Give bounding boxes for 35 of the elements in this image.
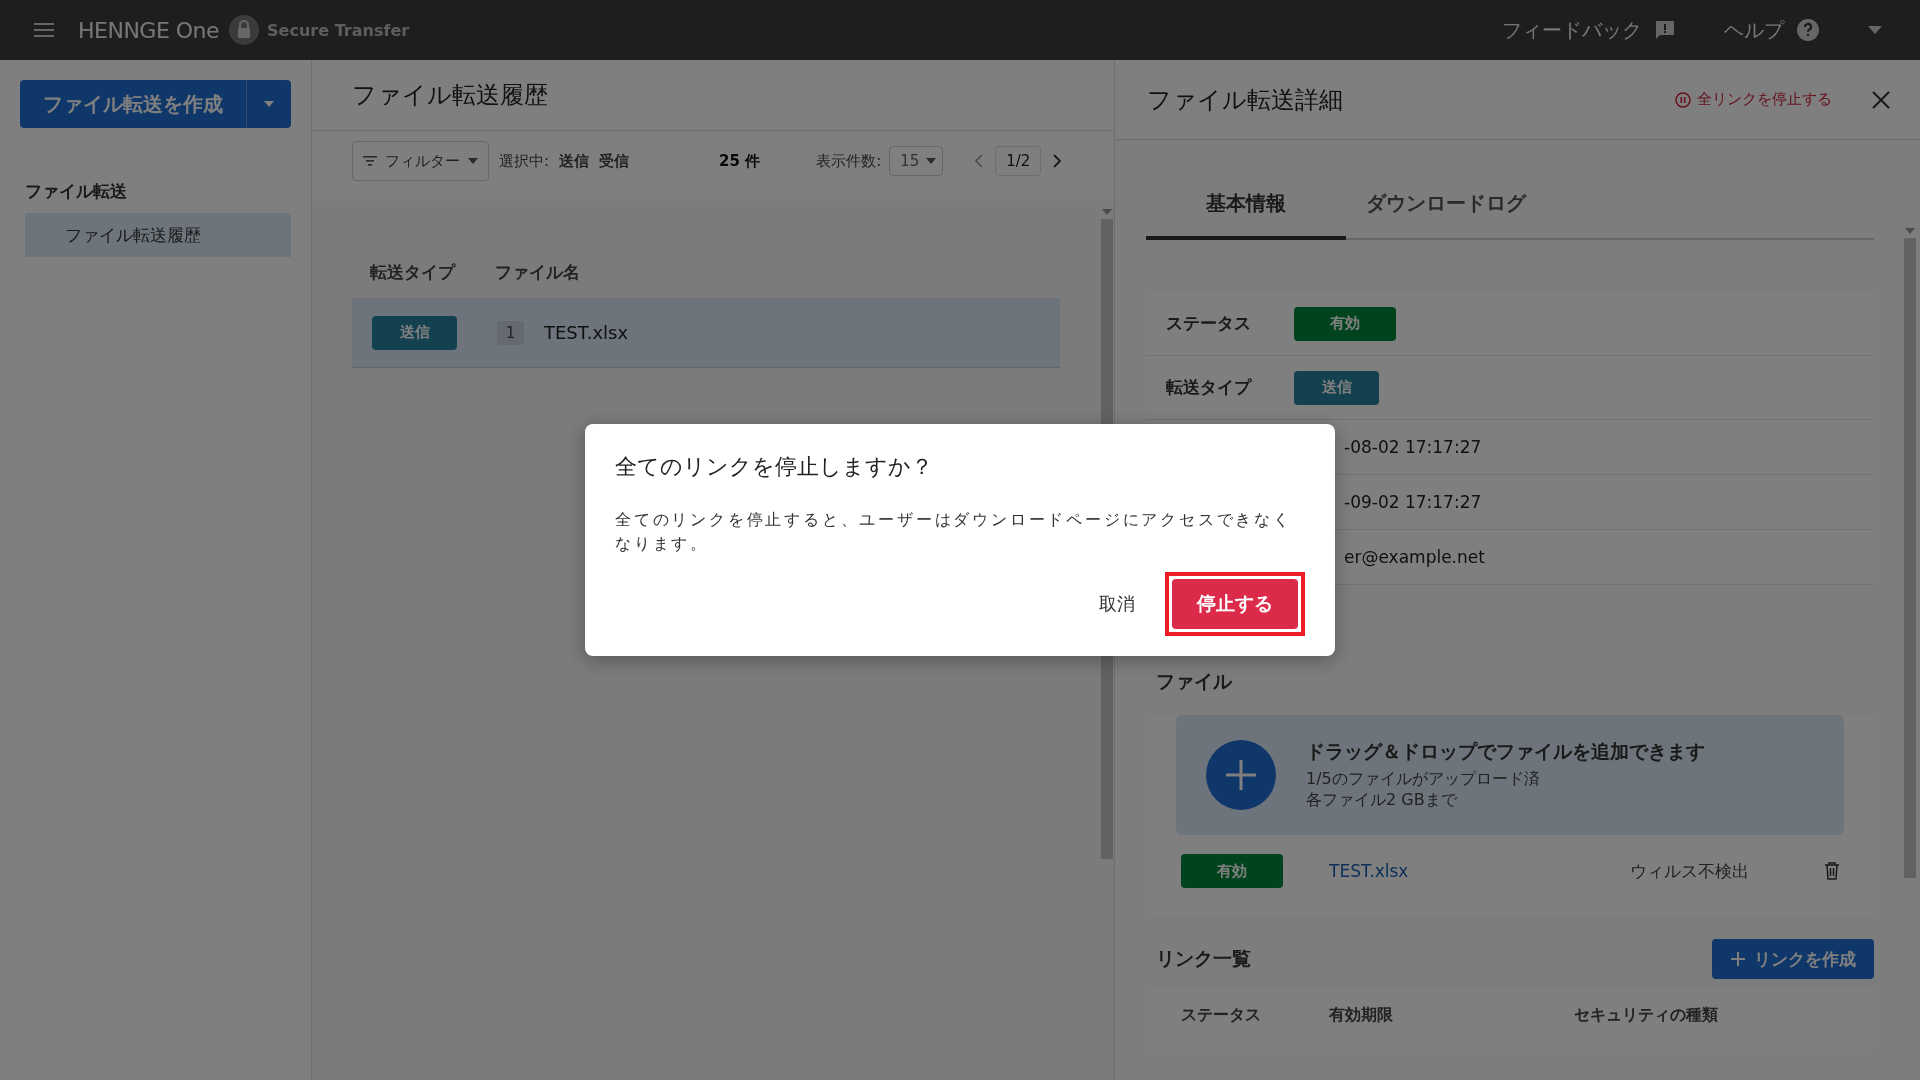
- status-badge: 有効: [1181, 854, 1283, 888]
- column-header: 転送タイプ: [370, 261, 455, 284]
- info-label: 転送タイプ: [1166, 376, 1253, 399]
- info-label: ステータス: [1166, 312, 1252, 335]
- panel-title: ファイル転送詳細: [1147, 84, 1343, 116]
- page-indicator: 1/2: [995, 146, 1042, 176]
- info-value: -09-02 17:17:27: [1344, 492, 1482, 512]
- column-header: ステータス: [1181, 1005, 1262, 1026]
- section-title: ファイル: [1156, 669, 1232, 694]
- file-name: TEST.xlsx: [544, 322, 629, 343]
- column-header: ファイル名: [495, 261, 580, 284]
- drop-zone-hint: 各ファイル2 GBまで: [1306, 790, 1458, 811]
- page-title: ファイル転送履歴: [352, 80, 548, 111]
- column-header: セキュリティの種類: [1574, 1005, 1719, 1026]
- selected-type: 送信: [559, 151, 590, 171]
- selected-type: 受信: [599, 151, 630, 171]
- dialog-title: 全てのリンクを停止しますか？: [615, 453, 934, 481]
- section-label: ファイル転送: [25, 180, 128, 203]
- drop-zone-title: ドラッグ＆ドロップでファイルを追加できます: [1306, 739, 1705, 764]
- result-count: 25 件: [719, 151, 761, 171]
- scan-result: ウィルス不検出: [1629, 859, 1750, 883]
- selected-label: 選択中:: [499, 151, 550, 171]
- info-value: er@example.net: [1344, 547, 1485, 567]
- status-badge: 有効: [1294, 306, 1396, 341]
- column-header: 有効期限: [1329, 1005, 1394, 1026]
- drop-zone-hint: 1/5のファイルがアップロード済: [1306, 769, 1541, 790]
- info-value: -08-02 17:17:27: [1344, 437, 1482, 457]
- file-count: 1: [497, 320, 524, 345]
- dialog-message: 全てのリンクを停止すると、ユーザーはダウンロードページにアクセスできなくなります。: [615, 509, 1293, 555]
- transfer-type-badge: 送信: [1294, 370, 1379, 405]
- transfer-type-badge: 送信: [372, 315, 457, 350]
- page-size-label: 表示件数:: [816, 151, 882, 171]
- brand-logo: HENNGE One: [78, 17, 220, 43]
- section-title: リンク一覧: [1156, 946, 1251, 971]
- product-name: Secure Transfer: [267, 20, 410, 40]
